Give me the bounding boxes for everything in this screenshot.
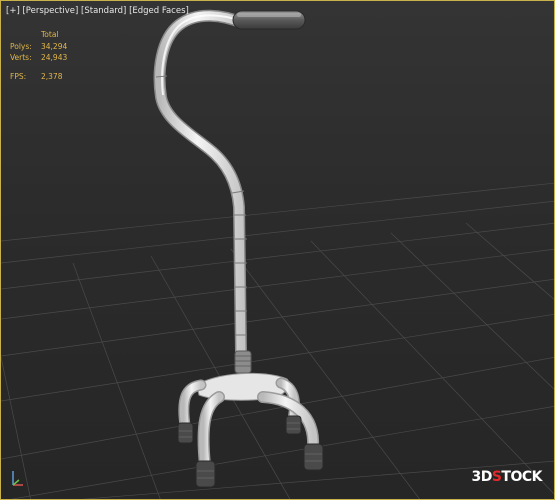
cane-model [153,9,324,488]
stats-header: Total [41,30,59,39]
statistics-overlay: Total Polys: 34,294 Verts: 24,943 FPS: 2,37… [10,29,67,82]
viewport-menu-shading[interactable]: [Standard] [81,6,126,16]
watermark-text-3d: 3D [471,469,492,485]
fps-value: 2,378 [41,71,63,81]
watermark-text-s: S [491,469,502,485]
perspective-viewport[interactable]: [+] [Perspective] [Standard] [Edged Face… [0,0,555,500]
viewport-menu-perspective[interactable]: [Perspective] [22,6,78,16]
viewport-menu-display-mode[interactable]: [Edged Faces] [129,6,189,16]
watermark-logo: 3DSTOCK [471,469,542,485]
viewport-scene[interactable] [1,1,555,500]
viewport-label[interactable]: [+] [Perspective] [Standard] [Edged Face… [6,6,189,16]
verts-value: 24,943 [41,53,68,62]
polys-value: 34,294 [41,41,68,51]
polys-label: Polys: [10,41,32,51]
ground-grid [1,182,554,499]
axis-gizmo-icon [12,471,23,486]
viewport-menu-plus[interactable]: [+] [6,6,20,16]
verts-label: Verts: [10,53,32,62]
watermark-text-tock: TOCK [501,469,542,485]
fps-label: FPS: [10,71,27,81]
